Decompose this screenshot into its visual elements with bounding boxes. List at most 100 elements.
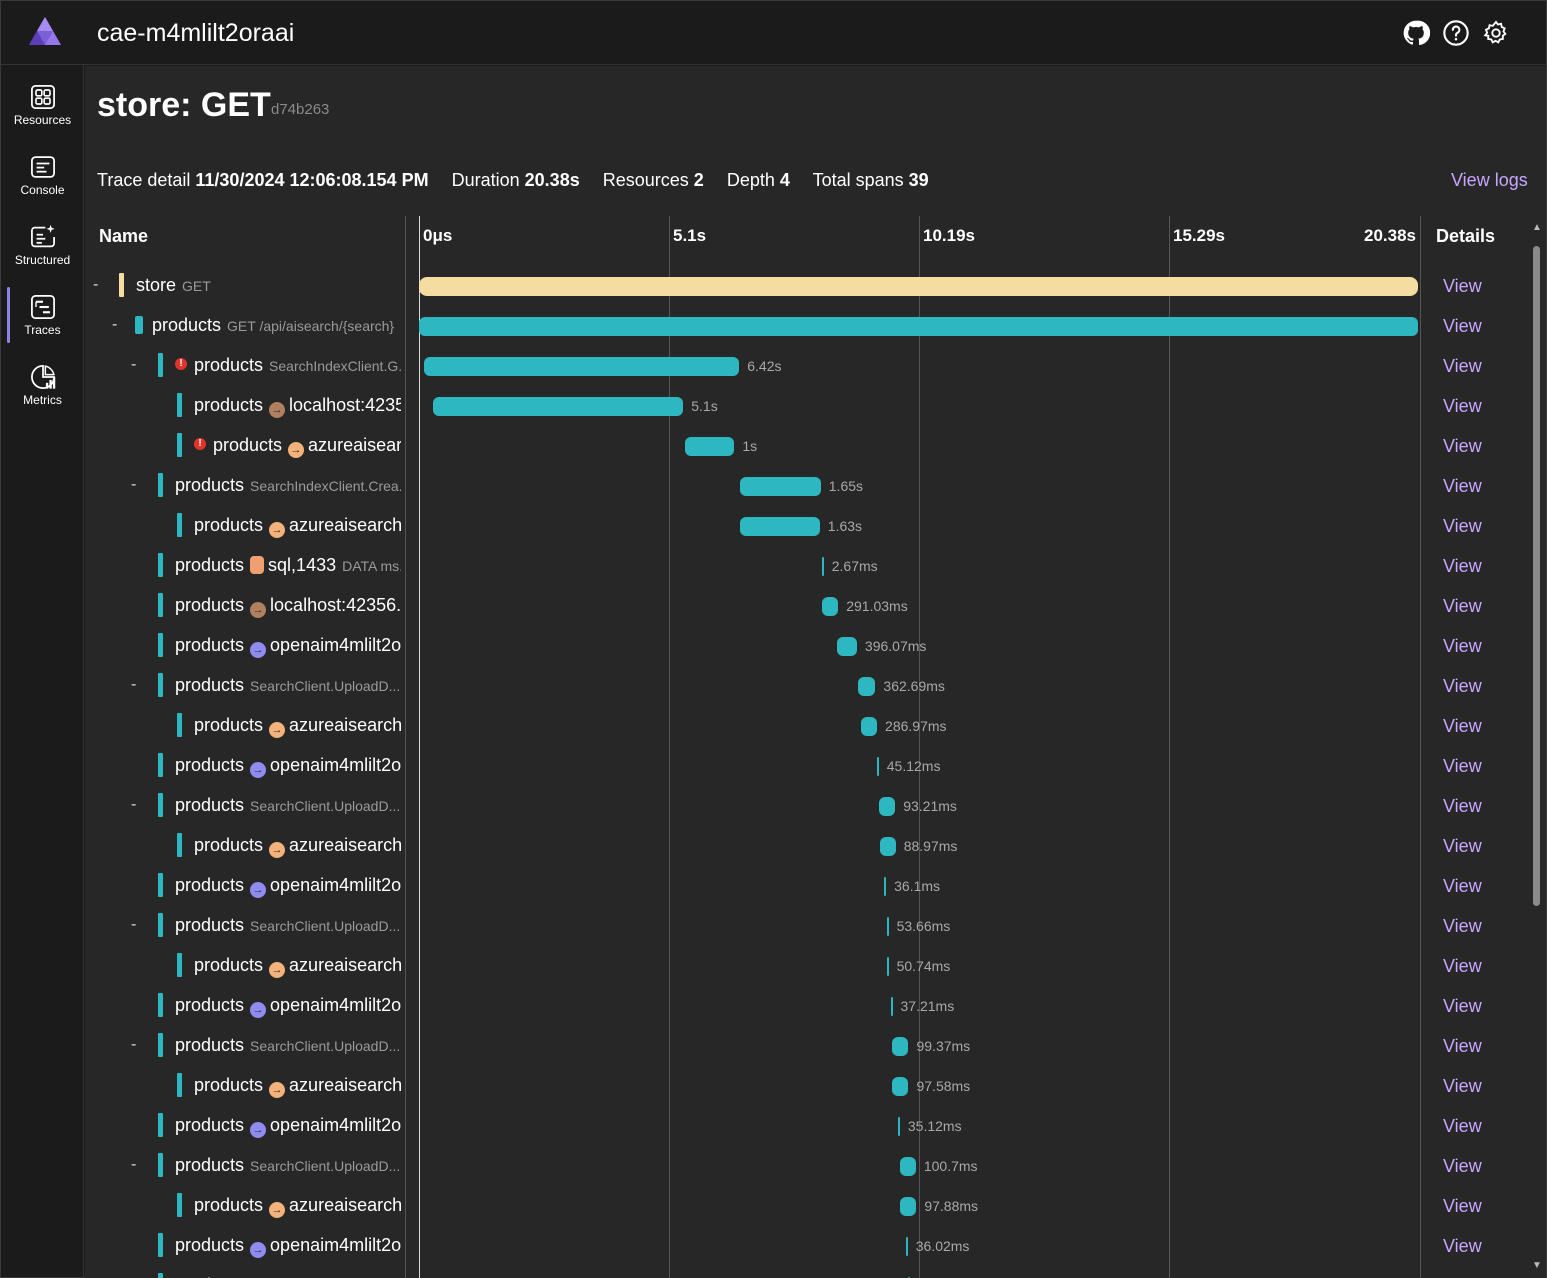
span-row[interactable]: - products SearchClient.UploadD... 53.66ms V…	[85, 906, 1525, 946]
view-span-link[interactable]: View	[1443, 676, 1482, 697]
view-span-link[interactable]: View	[1443, 556, 1482, 577]
scroll-up-arrow-icon[interactable]: ▲	[1531, 222, 1543, 234]
span-row[interactable]: products →azureaisearch-... 1.63s View	[85, 506, 1525, 546]
gear-icon[interactable]	[1482, 19, 1510, 47]
aspire-logo-icon[interactable]	[27, 15, 63, 49]
view-span-link[interactable]: View	[1443, 1076, 1482, 1097]
view-span-link[interactable]: View	[1443, 1116, 1482, 1137]
view-span-link[interactable]: View	[1443, 916, 1482, 937]
span-row[interactable]: - products GET /api/aisearch/{search} View	[85, 306, 1525, 346]
nav-item-console[interactable]: Console	[1, 139, 84, 205]
nav-item-metrics[interactable]: Metrics	[1, 349, 84, 415]
span-row[interactable]: products →azureaisearch-... 50.74ms View	[85, 946, 1525, 986]
span-duration-bar[interactable]	[739, 477, 821, 496]
view-span-link[interactable]: View	[1443, 1156, 1482, 1177]
view-span-link[interactable]: View	[1443, 636, 1482, 657]
nav-item-resources[interactable]: Resources	[1, 69, 84, 135]
span-row[interactable]: products →openaim4mlilt2o... 45.12ms View	[85, 746, 1525, 786]
vertical-scrollbar[interactable]: ▲ ▼	[1530, 216, 1544, 1278]
span-duration-bar[interactable]	[905, 1237, 908, 1256]
span-duration-bar[interactable]	[876, 757, 879, 776]
span-row[interactable]: products →azureaisearch-... 97.88ms View	[85, 1186, 1525, 1226]
span-duration-bar[interactable]	[890, 997, 893, 1016]
collapse-toggle-icon[interactable]: -	[131, 1156, 136, 1174]
span-duration-bar[interactable]	[879, 797, 896, 816]
span-duration-bar[interactable]	[822, 597, 839, 616]
collapse-toggle-icon[interactable]: -	[131, 676, 136, 694]
view-span-link[interactable]: View	[1443, 836, 1482, 857]
nav-item-traces[interactable]: Traces	[1, 279, 84, 345]
nav-item-structured[interactable]: Structured	[1, 209, 84, 275]
span-row[interactable]: - store GET View	[85, 266, 1525, 306]
view-span-link[interactable]: View	[1443, 956, 1482, 977]
view-span-link[interactable]: View	[1443, 436, 1482, 457]
span-duration-bar[interactable]	[821, 557, 824, 576]
span-row[interactable]: -productsSearchClient.UploadD...54.42msV…	[85, 1266, 1525, 1278]
span-duration-bar[interactable]	[685, 437, 735, 456]
span-row[interactable]: - products SearchClient.UploadD... 93.21ms V…	[85, 786, 1525, 826]
span-row[interactable]: -! products SearchIndexClient.G... 6.42s Vie…	[85, 346, 1525, 386]
view-span-link[interactable]: View	[1443, 796, 1482, 817]
view-span-link[interactable]: View	[1443, 276, 1482, 297]
view-span-link[interactable]: View	[1443, 996, 1482, 1017]
span-row[interactable]: products sql,1433 DATA ms... 2.67ms View	[85, 546, 1525, 586]
span-duration-bar[interactable]	[899, 1157, 916, 1176]
view-logs-link[interactable]: View logs	[1451, 170, 1528, 191]
span-row[interactable]: - products SearchClient.UploadD... 99.37ms V…	[85, 1026, 1525, 1066]
span-row[interactable]: - products SearchClient.UploadD... 362.69ms…	[85, 666, 1525, 706]
span-duration-bar[interactable]	[419, 317, 1418, 336]
collapse-toggle-icon[interactable]: -	[93, 276, 98, 294]
span-row[interactable]: - products SearchIndexClient.Crea... 1.65s V…	[85, 466, 1525, 506]
span-duration-bar[interactable]	[857, 677, 876, 696]
collapse-toggle-icon[interactable]: -	[112, 316, 117, 334]
span-row[interactable]: products →azureaisearch-... 286.97ms View	[85, 706, 1525, 746]
scrollbar-thumb[interactable]	[1533, 246, 1540, 906]
scroll-down-arrow-icon[interactable]: ▼	[1531, 1260, 1543, 1272]
span-row[interactable]: products →azureaisearch-... 88.97ms View	[85, 826, 1525, 866]
collapse-toggle-icon[interactable]: -	[131, 916, 136, 934]
span-duration-bar[interactable]	[897, 1117, 900, 1136]
span-duration-bar[interactable]	[879, 837, 896, 856]
view-span-link[interactable]: View	[1443, 396, 1482, 417]
span-row[interactable]: products →openaim4mlilt2o... 396.07ms View	[85, 626, 1525, 666]
span-duration-bar[interactable]	[884, 877, 887, 896]
help-icon[interactable]	[1442, 19, 1470, 47]
view-span-link[interactable]: View	[1443, 1196, 1482, 1217]
span-duration-bar[interactable]	[900, 1197, 917, 1216]
view-span-link[interactable]: View	[1443, 596, 1482, 617]
collapse-toggle-icon[interactable]: -	[131, 476, 136, 494]
span-row[interactable]: products →openaim4mlilt2o... 36.1ms View	[85, 866, 1525, 906]
span-duration-bar[interactable]	[886, 957, 889, 976]
span-row[interactable]: products →openaim4mlilt2o... 37.21ms View	[85, 986, 1525, 1026]
span-row[interactable]: products →azureaisearch-... 97.58ms View	[85, 1066, 1525, 1106]
view-span-link[interactable]: View	[1443, 316, 1482, 337]
span-row[interactable]: - products SearchClient.UploadD... 100.7ms V…	[85, 1146, 1525, 1186]
view-span-link[interactable]: View	[1443, 356, 1482, 377]
span-duration-bar[interactable]	[419, 277, 1418, 296]
github-icon[interactable]	[1402, 19, 1430, 47]
name-column-header[interactable]: Name	[99, 226, 148, 247]
collapse-toggle-icon[interactable]: -	[131, 356, 136, 374]
span-duration-bar[interactable]	[423, 357, 740, 376]
span-duration-bar[interactable]	[886, 917, 889, 936]
span-row[interactable]: products →localhost:4235... 5.1s View	[85, 386, 1525, 426]
view-span-link[interactable]: View	[1443, 876, 1482, 897]
view-span-link[interactable]: View	[1443, 1236, 1482, 1257]
span-duration-bar[interactable]	[837, 637, 857, 656]
collapse-toggle-icon[interactable]: -	[131, 1036, 136, 1054]
view-span-link[interactable]: View	[1443, 716, 1482, 737]
view-span-link[interactable]: View	[1443, 476, 1482, 497]
span-row[interactable]: products →openaim4mlilt2o... 36.02ms View	[85, 1226, 1525, 1266]
collapse-toggle-icon[interactable]: -	[131, 796, 136, 814]
span-row[interactable]: products → localhost:42356... 291.03ms View	[85, 586, 1525, 626]
view-span-link[interactable]: View	[1443, 516, 1482, 537]
span-duration-bar[interactable]	[861, 717, 878, 736]
span-row[interactable]: products →openaim4mlilt2o... 35.12ms View	[85, 1106, 1525, 1146]
span-duration-bar[interactable]	[432, 397, 684, 416]
span-duration-bar[interactable]	[892, 1077, 909, 1096]
span-duration-bar[interactable]	[892, 1037, 909, 1056]
view-span-link[interactable]: View	[1443, 756, 1482, 777]
view-span-link[interactable]: View	[1443, 1036, 1482, 1057]
span-duration-bar[interactable]	[739, 517, 820, 536]
span-row[interactable]: ! products →azureaisearc... 1s View	[85, 426, 1525, 466]
